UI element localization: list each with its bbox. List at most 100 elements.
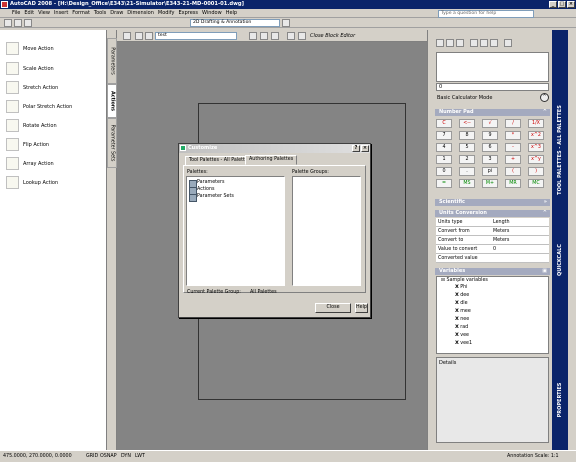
annotation-scale[interactable]: Annotation Scale: 1:1 bbox=[507, 451, 559, 462]
history-icon[interactable] bbox=[446, 39, 454, 47]
keypad-key[interactable]: + bbox=[505, 155, 521, 164]
keypad-key[interactable]: 1 bbox=[436, 155, 452, 164]
flip-action-item[interactable]: Flip Action bbox=[6, 138, 102, 152]
intersection-icon[interactable] bbox=[490, 39, 498, 47]
scientific-header[interactable]: Scientific» bbox=[435, 199, 550, 206]
variable-item[interactable]: 𝗫 dee bbox=[455, 293, 469, 298]
menu-file[interactable]: File bbox=[10, 9, 22, 18]
save-block-icon[interactable] bbox=[135, 32, 143, 40]
clear-icon[interactable] bbox=[436, 39, 444, 47]
keypad-key[interactable]: ( bbox=[505, 167, 521, 176]
save-block-as-icon[interactable] bbox=[145, 32, 153, 40]
minimize-button[interactable]: _ bbox=[549, 1, 557, 8]
quickcalc-tab[interactable]: QUICKCALC bbox=[552, 230, 568, 290]
authoring-palettes-icon[interactable] bbox=[249, 32, 257, 40]
keypad-key[interactable]: 9 bbox=[482, 131, 498, 140]
move-action-item[interactable]: Move Action bbox=[6, 42, 102, 56]
menu-view[interactable]: View bbox=[36, 9, 52, 18]
distance-icon[interactable] bbox=[470, 39, 478, 47]
tab-actions[interactable]: Actions bbox=[107, 84, 117, 118]
array-action-item[interactable]: Array Action bbox=[6, 157, 102, 171]
keypad-key[interactable]: / bbox=[505, 119, 521, 128]
units-row[interactable]: Value to convert 0 bbox=[436, 245, 549, 254]
keypad-key[interactable]: <-- bbox=[459, 119, 475, 128]
polar-stretch-action-item[interactable]: Polar Stretch Action bbox=[6, 100, 102, 114]
tab-parameters[interactable]: Parameters bbox=[107, 38, 117, 84]
help-icon[interactable] bbox=[504, 39, 512, 47]
keypad-key[interactable]: 0 bbox=[436, 167, 452, 176]
keypad-key[interactable]: * bbox=[505, 131, 521, 140]
rotate-action-item[interactable]: Rotate Action bbox=[6, 119, 102, 133]
open-icon[interactable] bbox=[14, 19, 22, 27]
menu-modify[interactable]: Modify bbox=[156, 9, 177, 18]
keypad-key[interactable]: MC bbox=[528, 179, 544, 188]
tab-authoring-palettes[interactable]: Authoring Palettes bbox=[245, 155, 298, 165]
menu-dimension[interactable]: Dimension bbox=[125, 9, 156, 18]
keypad-key[interactable]: ) bbox=[528, 167, 544, 176]
units-row[interactable]: Converted value bbox=[436, 254, 549, 263]
keypad-key[interactable]: 3 bbox=[482, 155, 498, 164]
properties-tab[interactable]: PROPERTIES bbox=[552, 370, 568, 430]
units-row[interactable]: Convert to Meters bbox=[436, 236, 549, 245]
edit-block-icon[interactable] bbox=[123, 32, 131, 40]
menu-insert[interactable]: Insert bbox=[52, 9, 70, 18]
visibility-icon[interactable] bbox=[298, 32, 306, 40]
help-button[interactable]: Help bbox=[355, 303, 368, 313]
workspace-dropdown[interactable]: 2D Drafting & Annotation bbox=[190, 19, 280, 27]
keypad-key[interactable]: 6 bbox=[482, 143, 498, 152]
variable-item[interactable]: 𝗫 nee bbox=[455, 317, 469, 322]
dialog-help-button[interactable]: ? bbox=[352, 145, 360, 152]
dialog-close-x-button[interactable]: × bbox=[361, 145, 369, 152]
number-pad-header[interactable]: Number Pad ^ bbox=[435, 109, 550, 116]
keypad-key[interactable]: . bbox=[459, 167, 475, 176]
units-row[interactable]: Convert from Meters bbox=[436, 227, 549, 236]
palette-groups-tree[interactable] bbox=[292, 176, 361, 286]
calc-display[interactable]: 0 bbox=[436, 83, 549, 91]
palettes-list[interactable]: Parameters Actions Parameter Sets bbox=[186, 176, 285, 286]
menu-express[interactable]: Express bbox=[176, 9, 200, 18]
keypad-key[interactable]: 2 bbox=[459, 155, 475, 164]
keypad-key[interactable]: - bbox=[505, 143, 521, 152]
get-coordinates-icon[interactable] bbox=[456, 39, 464, 47]
keypad-key[interactable]: √ bbox=[482, 119, 498, 128]
block-name-field[interactable]: test bbox=[155, 32, 237, 40]
maximize-button[interactable]: □ bbox=[558, 1, 566, 8]
menu-window[interactable]: Window bbox=[200, 9, 224, 18]
action-icon[interactable] bbox=[271, 32, 279, 40]
variable-item[interactable]: 𝗫 rad bbox=[455, 325, 468, 330]
keypad-key[interactable]: = bbox=[436, 179, 452, 188]
define-attribute-icon[interactable] bbox=[287, 32, 295, 40]
tool-palettes-tab[interactable]: TOOL PALETTES - ALL PALETTES bbox=[552, 90, 568, 210]
save-icon[interactable] bbox=[24, 19, 32, 27]
lwt-toggle[interactable]: LWT bbox=[135, 451, 145, 462]
variables-tree[interactable]: ⊟ Sample variables 𝗫 Phi 𝗫 dee 𝗫 dle 𝗫 m… bbox=[436, 276, 549, 354]
variable-item[interactable]: 𝗫 mee bbox=[455, 309, 471, 314]
collapse-icon[interactable]: ^ bbox=[540, 93, 549, 102]
variable-item[interactable]: 𝗫 Phi bbox=[455, 285, 468, 290]
keypad-key[interactable]: MR bbox=[505, 179, 521, 188]
parameter-icon[interactable] bbox=[260, 32, 268, 40]
keypad-key[interactable]: pi bbox=[482, 167, 498, 176]
menu-draw[interactable]: Draw bbox=[108, 9, 125, 18]
menu-help[interactable]: Help bbox=[224, 9, 239, 18]
dyn-toggle[interactable]: DYN bbox=[121, 451, 131, 462]
osnap-toggle[interactable]: OSNAP bbox=[100, 451, 117, 462]
units-row[interactable]: Units type Length bbox=[436, 218, 549, 227]
tab-parameter-sets[interactable]: Parameter Sets bbox=[107, 118, 117, 168]
keypad-key[interactable]: C bbox=[436, 119, 452, 128]
palette-item-parameter-sets[interactable]: Parameter Sets bbox=[189, 194, 234, 202]
close-button[interactable]: Close bbox=[315, 303, 351, 313]
keypad-key[interactable]: MS bbox=[459, 179, 475, 188]
menu-edit[interactable]: Edit bbox=[22, 9, 36, 18]
keypad-key[interactable]: x^3 bbox=[528, 143, 544, 152]
angle-icon[interactable] bbox=[480, 39, 488, 47]
scale-action-item[interactable]: Scale Action bbox=[6, 62, 102, 76]
keypad-key[interactable]: 1/X bbox=[528, 119, 544, 128]
keypad-key[interactable]: 8 bbox=[459, 131, 475, 140]
menu-tools[interactable]: Tools bbox=[92, 9, 108, 18]
variable-item[interactable]: 𝗫 dle bbox=[455, 301, 468, 306]
keypad-key[interactable]: 7 bbox=[436, 131, 452, 140]
keypad-key[interactable]: x^2 bbox=[528, 131, 544, 140]
qnew-icon[interactable] bbox=[4, 19, 12, 27]
palette-item-actions[interactable]: Actions bbox=[189, 187, 215, 195]
